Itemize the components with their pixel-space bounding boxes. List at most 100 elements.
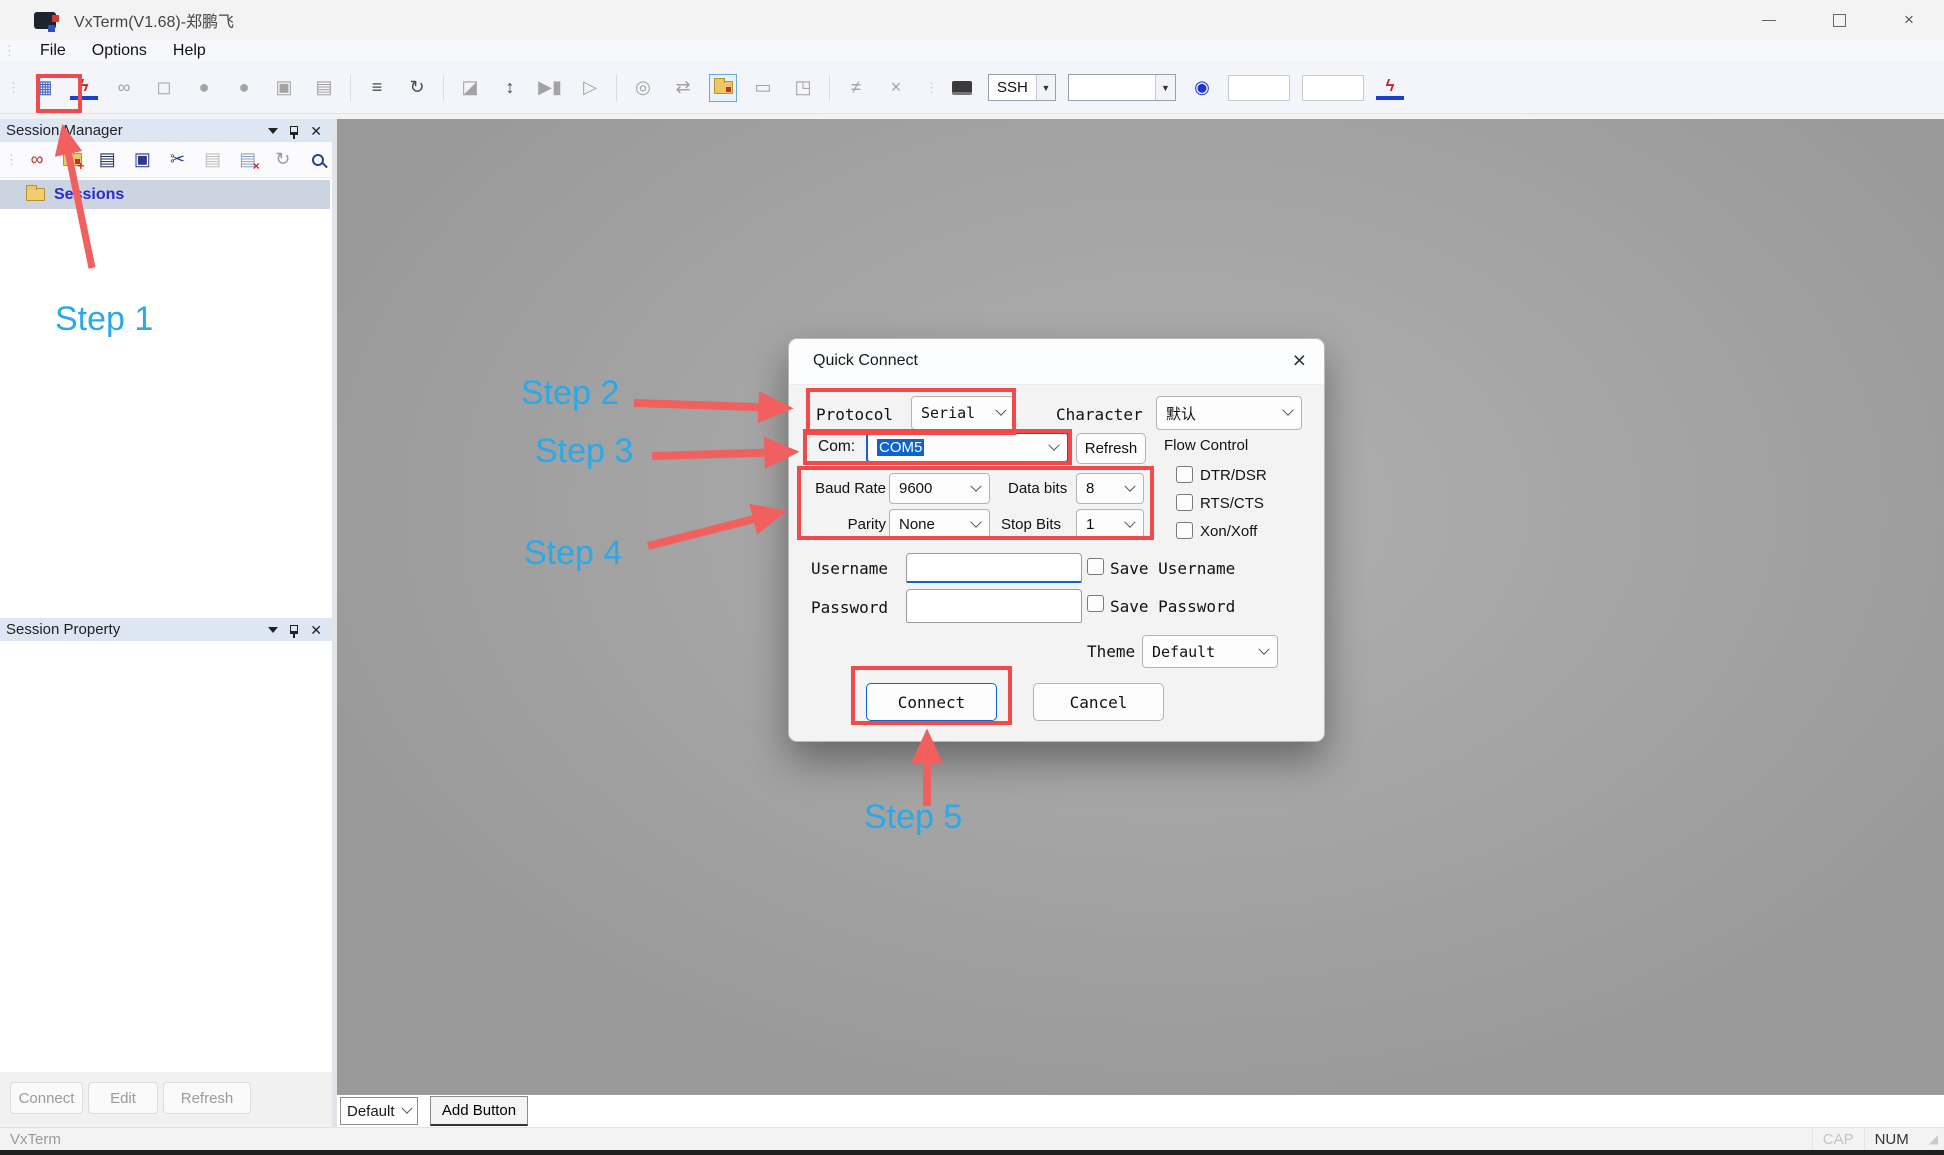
session-manager-toolbar: ⋮ ∞ + ▤ ▣ ✂ ▤ ▤× ↻ [0,142,332,178]
chevron-down-icon[interactable] [268,627,278,633]
host-select[interactable]: ▼ [1068,74,1176,101]
connect-button[interactable]: Connect [10,1082,83,1114]
sessions-label: Sessions [54,186,124,204]
run-icon[interactable]: ▷ [576,74,604,102]
menu-options[interactable]: Options [92,42,147,60]
transfer-icon[interactable]: ⇄ [669,74,697,102]
chevron-down-icon[interactable]: ▼ [1155,75,1175,100]
save-username-checkbox[interactable] [1087,558,1104,575]
status-app-name: VxTerm [10,1131,61,1148]
window-title: VxTerm(V1.68)-郑鹏飞 [74,8,234,32]
popout-icon[interactable]: ◳ [789,74,817,102]
edit-button[interactable]: Edit [88,1082,158,1114]
rts-cts-checkbox[interactable] [1176,494,1193,511]
annotation-box-step3 [803,429,1072,465]
username-input[interactable] [906,553,1082,583]
status-bar: VxTerm CAP NUM ◢ [0,1127,1944,1150]
chevron-down-icon[interactable]: ▼ [1036,75,1055,100]
paste-icon[interactable]: ▤ [310,74,338,102]
link-icon[interactable]: ∞ [110,74,138,102]
copy-icon[interactable]: ▣ [128,146,156,174]
save-password-label: Save Password [1110,597,1235,616]
menu-help[interactable]: Help [173,42,206,60]
refresh-icon[interactable]: ↻ [403,74,431,102]
scan-icon[interactable]: ◎ [629,74,657,102]
xon-xoff-label: Xon/Xoff [1200,523,1257,540]
pin-icon[interactable] [290,625,298,634]
new-window-icon[interactable]: ▭ [749,74,777,102]
add-button[interactable]: Add Button [430,1096,528,1126]
maximize-button[interactable] [1804,0,1874,40]
swap-vertical-icon[interactable]: ↕ [496,74,524,102]
session-manager-title: Session Manager [6,122,123,139]
resize-grip[interactable]: ◢ [1919,1132,1944,1146]
menu-bar: ⋮ File Options Help [0,40,1944,62]
close-button[interactable]: × [1874,0,1944,40]
xon-xoff-checkbox[interactable] [1176,522,1193,539]
rts-cts-label: RTS/CTS [1200,495,1264,512]
toolbar-separator [616,75,617,101]
toolbar-field-2[interactable] [1302,75,1364,101]
clear-icon[interactable]: × [882,74,910,102]
cancel-button[interactable]: Cancel [1033,683,1164,721]
annotation-box-step5 [851,666,1012,725]
close-icon[interactable]: ✕ [310,124,322,138]
panel-toolbar-grip: ⋮ [5,152,16,168]
tools-icon[interactable]: ◪ [456,74,484,102]
record-icon[interactable]: ● [190,74,218,102]
chevron-down-icon[interactable] [268,128,278,134]
sessions-tree-root[interactable]: Sessions [0,180,330,209]
session-property-header: Session Property ✕ [0,618,332,641]
step-5-label: Step 5 [864,798,962,837]
monitor-icon[interactable] [948,74,976,102]
toolbar-field-1[interactable] [1228,75,1290,101]
pin-icon[interactable] [290,126,298,135]
toolbar-grip: ⋮ [925,80,936,96]
character-select[interactable]: 默认 [1156,396,1302,430]
cut-icon[interactable]: ✂ [163,146,191,174]
minimize-button[interactable] [1734,0,1804,40]
menu-file[interactable]: File [40,42,66,60]
delete-icon[interactable]: ▤× [234,146,262,174]
save-username-label: Save Username [1110,559,1235,578]
folder-open-icon[interactable] [709,74,737,102]
menu-grip: ⋮ [3,43,14,59]
toolbar-separator [350,75,351,101]
find-icon[interactable] [304,146,332,174]
log-icon[interactable]: ≡ [363,74,391,102]
font-icon[interactable]: ≠ [842,74,870,102]
stop-icon[interactable]: ● [230,74,258,102]
play-pause-icon[interactable]: ▶▮ [536,74,564,102]
dtr-dsr-checkbox[interactable] [1176,466,1193,483]
toolbar-grip: ⋮ [7,80,18,96]
session-manager-footer: Connect Edit Refresh [0,1072,332,1127]
dialog-title: Quick Connect [813,352,918,370]
step-2-label: Step 2 [521,374,619,413]
list-view-icon[interactable]: ▤ [93,146,121,174]
toolbar-separator [443,75,444,101]
refresh-button[interactable]: Refresh [163,1082,251,1114]
theme-select[interactable]: Default [1142,635,1278,668]
save-password-checkbox[interactable] [1087,595,1104,612]
close-icon[interactable]: ✕ [310,623,322,637]
go-icon[interactable]: ϟ [1376,76,1404,100]
refresh-icon[interactable]: ↻ [269,146,297,174]
link-icon[interactable]: ∞ [23,146,51,174]
password-label: Password [811,598,888,617]
paste-icon[interactable]: ▤ [199,146,227,174]
protocol-select[interactable]: SSH ▼ [988,74,1056,101]
dialog-close-icon[interactable]: × [1293,347,1306,374]
chevron-down-icon [401,1103,412,1114]
main-toolbar: ⋮ ▦ ϟ ∞ ◻ ● ● ▣ ▤ ≡ ↻ ◪ ↕ ▶▮ ▷ ◎ ⇄ ▭ ◳ ≠… [0,62,1944,114]
password-input[interactable] [906,589,1082,623]
target-icon[interactable]: ◉ [1188,74,1216,102]
refresh-button[interactable]: Refresh [1076,433,1146,464]
add-session-icon[interactable]: + [58,146,86,174]
default-select[interactable]: Default [340,1097,418,1125]
step-1-label: Step 1 [55,300,153,339]
copy-icon[interactable]: ▣ [270,74,298,102]
clone-icon[interactable]: ◻ [150,74,178,102]
session-manager-header: Session Manager ✕ [0,119,332,142]
window-bottom-edge [0,1150,1944,1155]
theme-label: Theme [1087,642,1135,661]
